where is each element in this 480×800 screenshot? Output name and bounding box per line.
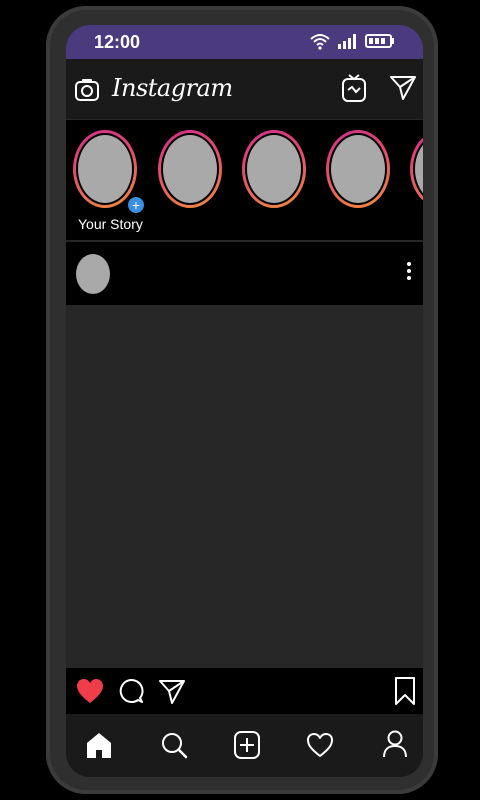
camera-icon[interactable]: [74, 77, 100, 103]
home-icon[interactable]: [86, 731, 112, 759]
instagram-logo: Instagram: [112, 74, 233, 102]
like-heart-icon[interactable]: [76, 678, 104, 704]
bottom-tab-bar: [66, 714, 423, 777]
post-actions: [66, 668, 423, 714]
app-header: Instagram: [66, 59, 423, 119]
app-screen: 12:00 Instagram + Your Story: [66, 25, 423, 777]
status-bar: 12:00: [66, 25, 423, 59]
avatar: [78, 135, 132, 203]
avatar: [163, 135, 217, 203]
comment-icon[interactable]: [118, 678, 144, 704]
bookmark-icon[interactable]: [394, 676, 416, 706]
profile-icon[interactable]: [382, 729, 408, 759]
add-post-icon[interactable]: [233, 730, 261, 760]
status-time: 12:00: [94, 32, 141, 52]
story-item[interactable]: [410, 130, 423, 208]
status-icons: [309, 32, 395, 50]
story-item[interactable]: [158, 130, 222, 208]
more-vertical-icon[interactable]: [405, 259, 413, 287]
post-image[interactable]: [66, 305, 423, 668]
igtv-icon[interactable]: [341, 73, 367, 103]
search-icon[interactable]: [160, 731, 188, 759]
avatar: [331, 135, 385, 203]
story-item[interactable]: [326, 130, 390, 208]
story-item[interactable]: [242, 130, 306, 208]
direct-send-icon[interactable]: [389, 73, 417, 101]
share-icon[interactable]: [158, 677, 186, 705]
wifi-icon: [310, 34, 330, 50]
your-story-label: Your Story: [78, 216, 143, 232]
activity-heart-icon[interactable]: [306, 732, 334, 758]
signal-icon: [338, 34, 356, 49]
post-author-avatar[interactable]: [76, 254, 110, 294]
add-story-plus-icon[interactable]: +: [127, 196, 145, 214]
battery-icon: [365, 34, 394, 48]
post-header: [66, 242, 423, 305]
your-story[interactable]: +: [73, 130, 145, 214]
avatar: [247, 135, 301, 203]
